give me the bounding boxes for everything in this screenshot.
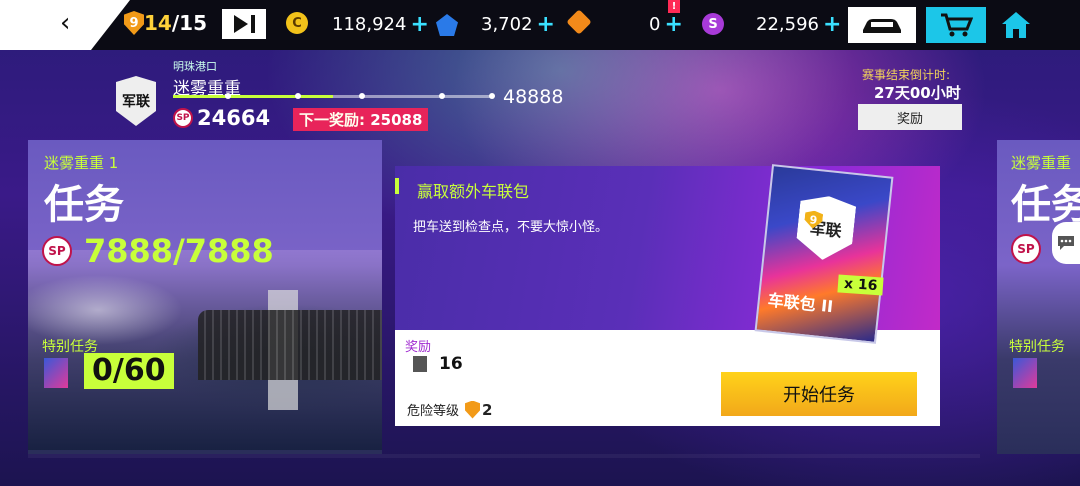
credits-add-button[interactable]: + bbox=[410, 12, 428, 37]
notification-badge: ! bbox=[668, 0, 680, 13]
fuel-counter: 9 14 /15 bbox=[124, 11, 207, 35]
season-progress-fill bbox=[173, 95, 333, 98]
pack-logo: 军联 bbox=[795, 193, 857, 263]
season-subtitle: 明珠港口 bbox=[173, 60, 217, 73]
mission-accent-bar bbox=[395, 178, 399, 194]
home-button[interactable] bbox=[996, 7, 1036, 43]
cart-icon bbox=[941, 13, 973, 37]
season-rewards-button[interactable]: 奖励 bbox=[858, 104, 962, 130]
chapter-card[interactable]: 迷雾重重 1 任务 SP 7888/7888 特别任务 0/60 bbox=[28, 140, 382, 454]
danger-label: 危险等级 bbox=[407, 404, 460, 419]
card-scroller-track bbox=[28, 454, 980, 458]
danger-level-value: 2 bbox=[482, 400, 493, 419]
next-reward-badge: 下一奖励: 25088 bbox=[293, 108, 429, 131]
chapter-sp: SP 7888/7888 bbox=[42, 232, 274, 270]
top-bar: ‹ 9 14 /15 C 118,924 + 3,702 + 0 + ! S 2… bbox=[0, 0, 1080, 50]
progress-milestone bbox=[489, 93, 495, 99]
shop-button[interactable] bbox=[926, 7, 986, 43]
credits-display: 118,924 + bbox=[332, 12, 429, 37]
s-currency-display: 22,596 + bbox=[756, 12, 841, 37]
blueprint-icon bbox=[566, 9, 592, 35]
progress-milestone bbox=[439, 93, 445, 99]
mission-title: 赢取额外车联包 bbox=[417, 182, 530, 201]
chapter-title: 任务 bbox=[44, 182, 124, 228]
refill-button[interactable] bbox=[222, 9, 266, 39]
s-currency-add-button[interactable]: + bbox=[823, 12, 841, 37]
next-reward-label: 下一奖励: bbox=[299, 111, 365, 129]
card-pack-icon bbox=[44, 358, 68, 388]
special-mission-count: 0/60 bbox=[84, 353, 174, 389]
tokens-add-button[interactable]: + bbox=[537, 12, 555, 37]
reward-label: 奖励 bbox=[405, 340, 432, 355]
tokens-value: 3,702 bbox=[481, 14, 533, 35]
card-pack-image: 军联 9 车联包 II bbox=[754, 164, 894, 344]
reward-quantity: 16 bbox=[439, 354, 463, 374]
fuel-shield-icon: 9 bbox=[124, 11, 144, 35]
garage-button[interactable] bbox=[848, 7, 916, 43]
mission-description: 把车送到检查点，不要大惊小怪。 bbox=[413, 220, 609, 235]
car-grille bbox=[198, 310, 382, 380]
progress-milestone bbox=[295, 93, 301, 99]
mission-card: 赢取额外车联包 把车送到检查点，不要大惊小怪。 军联 9 车联包 II x 16… bbox=[395, 164, 940, 426]
car-icon bbox=[863, 19, 901, 33]
home-icon bbox=[1002, 12, 1030, 38]
blueprint-add-button[interactable]: + bbox=[664, 12, 682, 37]
progress-milestone bbox=[225, 93, 231, 99]
chat-icon bbox=[1058, 236, 1074, 250]
credits-coin: C bbox=[286, 12, 308, 34]
chevron-left-icon: ‹ bbox=[60, 8, 71, 38]
tokens-icon-wrap bbox=[436, 14, 458, 36]
chapter-sp-progress: 7888/7888 bbox=[84, 232, 274, 270]
next-chapter-subtitle: 迷雾重重 bbox=[1011, 154, 1072, 172]
chapter-subtitle: 迷雾重重 1 bbox=[44, 154, 119, 172]
next-reward-value: 25088 bbox=[370, 111, 423, 129]
pack-small-icon bbox=[413, 356, 427, 372]
sp-icon: SP bbox=[173, 108, 193, 128]
fuel-max: /15 bbox=[171, 11, 207, 35]
s-currency-icon: S bbox=[702, 13, 724, 35]
tokens-display: 3,702 + bbox=[481, 12, 555, 37]
start-mission-button[interactable]: 开始任务 bbox=[721, 372, 917, 416]
season-progress-bar bbox=[173, 93, 495, 99]
next-chapter-sp: SP bbox=[1011, 234, 1041, 264]
season-sp-value: 24664 bbox=[197, 106, 271, 130]
play-icon bbox=[233, 15, 248, 33]
fuel-current: 14 bbox=[144, 11, 172, 35]
blueprint-value: 0 bbox=[649, 14, 661, 35]
danger-shield-icon bbox=[465, 400, 481, 419]
next-chapter-card[interactable]: 迷雾重重 任务 SP 特别任务 bbox=[997, 140, 1080, 454]
s-currency-icon-wrap: S bbox=[702, 13, 724, 35]
back-button[interactable]: ‹ bbox=[0, 0, 130, 50]
chat-button[interactable] bbox=[1052, 222, 1080, 264]
credits-value: 118,924 bbox=[332, 14, 407, 35]
progress-milestone bbox=[359, 93, 365, 99]
tokens-icon bbox=[436, 14, 458, 36]
blueprint-display: 0 + bbox=[649, 12, 683, 37]
pack-quantity-badge: x 16 bbox=[837, 274, 884, 296]
s-currency-value: 22,596 bbox=[756, 14, 819, 35]
pack-name: 车联包 II bbox=[766, 290, 835, 317]
next-special-mission-label: 特别任务 bbox=[1009, 339, 1065, 355]
sp-icon: SP bbox=[1011, 234, 1041, 264]
card-pack-icon bbox=[1013, 358, 1037, 388]
danger-level: 危险等级 2 bbox=[407, 400, 492, 419]
countdown-value: 27天00小时 bbox=[874, 84, 961, 102]
blueprint-icon-wrap bbox=[566, 9, 592, 35]
credits-icon: C bbox=[286, 12, 308, 34]
season-goal-value: 48888 bbox=[503, 86, 564, 108]
countdown-label: 赛事结束倒计时: bbox=[862, 68, 951, 82]
sp-icon: SP bbox=[42, 236, 72, 266]
bar-icon bbox=[250, 15, 255, 33]
season-sp: SP 24664 bbox=[173, 106, 270, 130]
